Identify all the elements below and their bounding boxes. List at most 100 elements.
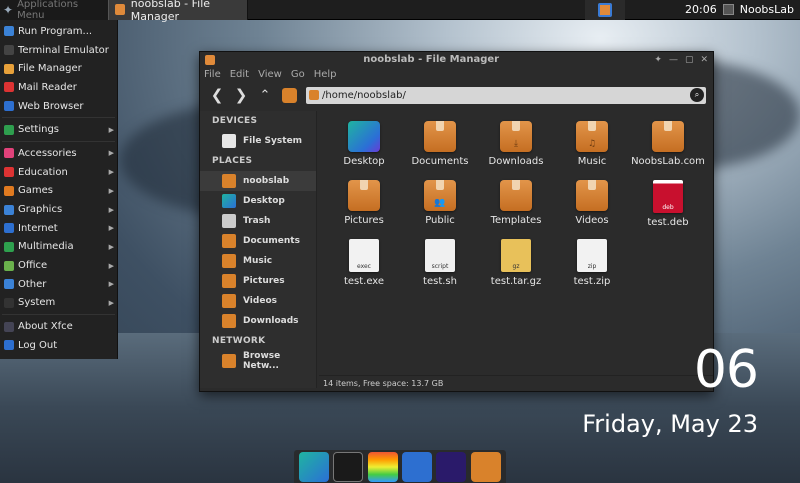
forward-button[interactable]: ❯ (230, 84, 252, 106)
menubar-item[interactable]: Edit (230, 69, 249, 80)
sidebar-item[interactable]: Documents (200, 231, 316, 251)
user-name: NoobsLab (739, 3, 794, 16)
menubar-item[interactable]: File (204, 69, 221, 80)
tray-file-manager[interactable] (585, 0, 626, 20)
menu-item[interactable]: Graphics ▶ (0, 200, 117, 219)
menu-item[interactable]: Internet ▶ (0, 219, 117, 238)
file-manager-icon (115, 4, 125, 15)
menu-item-label: System (18, 297, 56, 309)
menu-item[interactable]: Terminal Emulator (0, 41, 117, 60)
menu-item[interactable]: Multimedia ▶ (0, 238, 117, 257)
file-type-tag: gz (512, 263, 520, 270)
menu-item[interactable]: Log Out (0, 336, 117, 355)
file-item[interactable]: exec test.exe (325, 239, 403, 287)
sticky-button[interactable]: ✦ (654, 55, 662, 65)
menu-item-label: Internet (18, 222, 58, 234)
search-icon[interactable]: ⌕ (690, 88, 704, 102)
user-icon (722, 4, 734, 15)
location-bar[interactable]: /home/noobslab/ ⌕ (306, 86, 706, 104)
file-item[interactable]: Videos (553, 180, 631, 226)
file-item[interactable]: Desktop (325, 121, 403, 167)
up-button[interactable]: ⌃ (254, 84, 276, 106)
menu-item[interactable]: Settings ▶ (0, 120, 117, 139)
file-item[interactable]: Templates (477, 180, 555, 226)
sidebar-item[interactable]: File System (200, 131, 316, 151)
menu-item-label: Settings (18, 124, 60, 136)
close-button[interactable]: ✕ (700, 55, 708, 65)
file-item[interactable]: gz test.tar.gz (477, 239, 555, 287)
search-icon[interactable] (436, 451, 467, 482)
sidebar-item-label: noobslab (243, 176, 290, 186)
taskbar-file-manager-button[interactable]: noobslab - File Manager (108, 0, 248, 23)
file-type-tag: script (431, 263, 449, 270)
file-item[interactable]: ⤓ Downloads (477, 121, 555, 167)
folder-icon: ⤓ (500, 121, 532, 152)
menu-item[interactable]: Web Browser (0, 97, 117, 116)
user-menu[interactable]: NoobsLab (722, 3, 800, 16)
sh-file-icon: script (425, 239, 455, 272)
sidebar-item[interactable]: Downloads (200, 311, 316, 331)
system-icon (4, 297, 14, 308)
minimize-button[interactable]: — (669, 55, 678, 65)
menu-item[interactable]: Games ▶ (0, 182, 117, 201)
home-button[interactable] (278, 84, 300, 106)
sidebar-item[interactable]: noobslab (200, 171, 316, 191)
menu-item[interactable]: Other ▶ (0, 275, 117, 294)
menu-item[interactable]: File Manager (0, 59, 117, 78)
file-item[interactable]: NoobsLab.com (629, 121, 707, 167)
file-item[interactable]: Documents (401, 121, 479, 167)
sidebar-item[interactable]: Browse Netw... (200, 351, 316, 371)
file-item[interactable]: script test.sh (401, 239, 479, 287)
maximize-button[interactable]: ▢ (685, 55, 694, 65)
menu-item[interactable]: Mail Reader (0, 78, 117, 97)
file-item[interactable]: 👥 Public (401, 180, 479, 226)
back-button[interactable]: ❮ (206, 84, 228, 106)
sidebar-item[interactable]: Pictures (200, 271, 316, 291)
terminal-icon[interactable] (333, 451, 364, 482)
menu-item[interactable]: About Xfce (0, 317, 117, 336)
file-manager-icon[interactable] (470, 451, 501, 482)
sidebar: DEVICES File System PLACES noobslab Desktop T… (200, 111, 317, 388)
location-path: /home/noobslab/ (322, 89, 406, 101)
menu-item-label: Office (18, 260, 48, 272)
terminal-icon (4, 45, 14, 56)
folder-glyph-icon: ⤓ (514, 139, 518, 149)
file-item[interactable]: deb test.deb (629, 180, 707, 228)
menubar-item[interactable]: Help (314, 69, 337, 80)
file-item[interactable]: Pictures (325, 180, 403, 226)
folder-icon (222, 274, 236, 288)
folder-icon (222, 294, 236, 308)
window-titlebar[interactable]: noobslab - File Manager ✦ — ▢ ✕ (200, 52, 713, 67)
menubar-item[interactable]: View (258, 69, 282, 80)
sidebar-item[interactable]: Desktop (200, 191, 316, 211)
file-view: Desktop Documents ⤓ Downloads ♫ Music NoobsLab… (319, 111, 713, 373)
folder-glyph-icon: ♫ (587, 139, 597, 149)
settings-icon[interactable] (402, 451, 433, 482)
menu-item[interactable]: Education ▶ (0, 163, 117, 182)
sidebar-item[interactable]: Trash (200, 211, 316, 231)
chevron-right-icon: ▶ (108, 242, 114, 251)
notes-icon[interactable] (367, 451, 398, 482)
file-name: Pictures (344, 215, 384, 226)
sidebar-header: PLACES (212, 156, 253, 166)
folder-icon (424, 121, 456, 152)
menubar-item[interactable]: Go (291, 69, 305, 80)
menu-separator (2, 117, 115, 119)
panel-clock[interactable]: 20:06 (679, 3, 723, 16)
logout-icon (4, 340, 14, 351)
menu-item-label: Graphics (18, 204, 63, 216)
sidebar-item[interactable]: Music (200, 251, 316, 271)
menu-item-label: Accessories (18, 147, 77, 159)
menu-item-label: About Xfce (18, 321, 73, 333)
sidebar-item-label: Music (243, 256, 273, 266)
browser-icon (4, 101, 14, 112)
applications-menu-button[interactable]: ✦ Applications Menu (0, 0, 108, 21)
menu-item[interactable]: System ▶ (0, 294, 117, 313)
file-item[interactable]: ♫ Music (553, 121, 631, 167)
menu-item[interactable]: Accessories ▶ (0, 144, 117, 163)
file-item[interactable]: zip test.zip (553, 239, 631, 287)
menu-item[interactable]: Run Program... (0, 22, 117, 41)
desktop-app-icon[interactable] (299, 451, 330, 482)
sidebar-item[interactable]: Videos (200, 291, 316, 311)
menu-item[interactable]: Office ▶ (0, 256, 117, 275)
